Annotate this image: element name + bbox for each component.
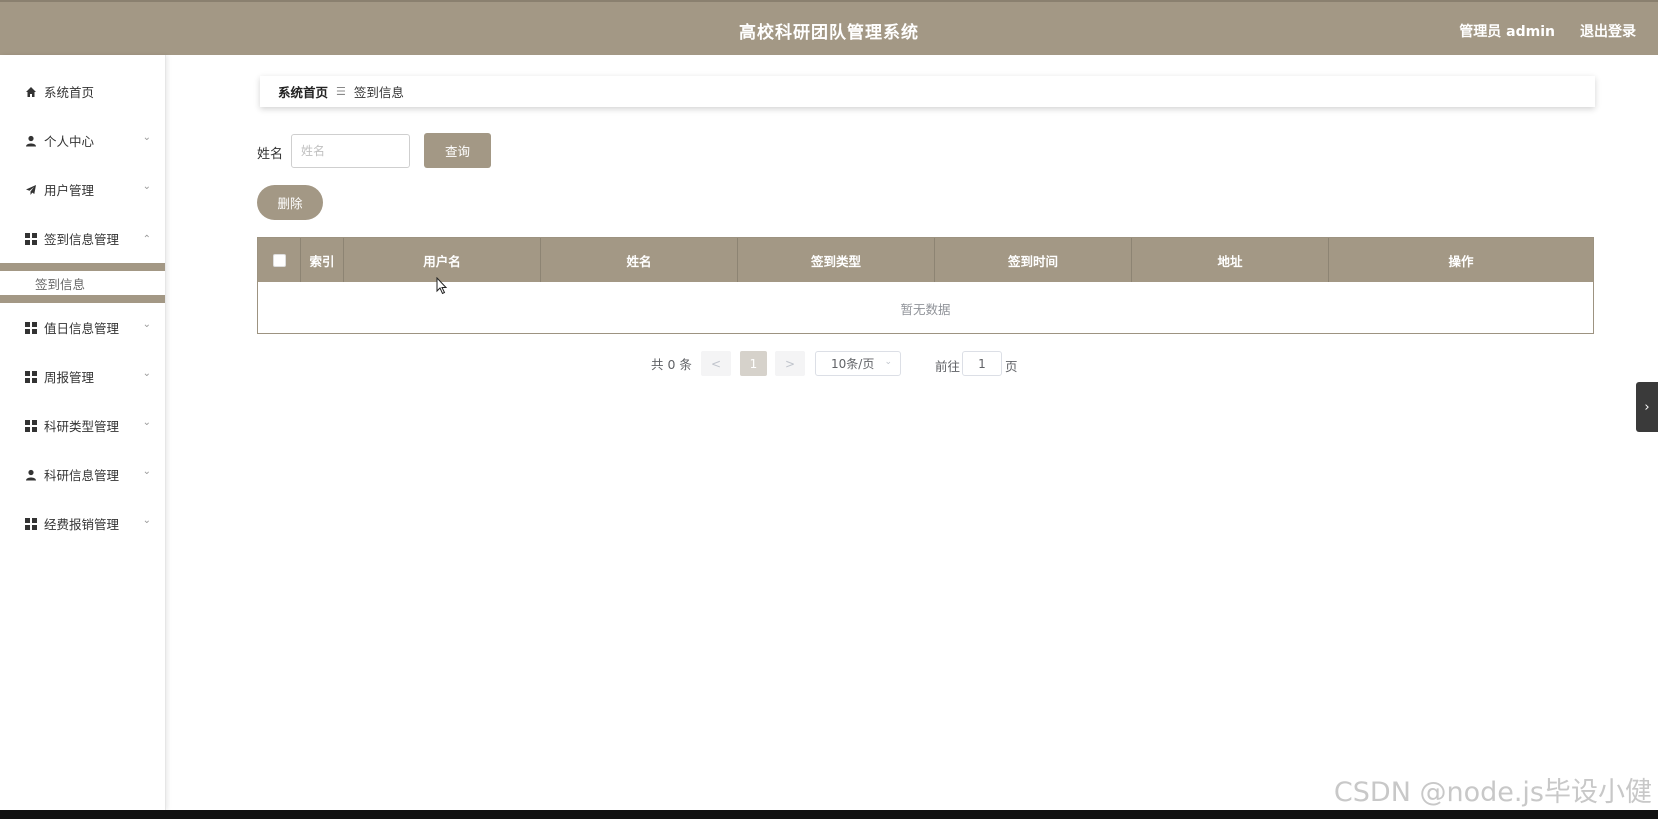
data-table: 索引 用户名 姓名 签到类型 签到时间 地址 操作 暂无数据: [257, 237, 1594, 334]
sidebar-item-label: 经费报销管理: [44, 517, 120, 532]
sidebar-item-label: 值日信息管理: [44, 321, 120, 336]
chevron-down-icon: ⌄: [142, 368, 151, 379]
table-empty-text: 暂无数据: [900, 301, 951, 317]
sidebar-item-checkin-management[interactable]: 签到信息管理 ⌃: [0, 214, 165, 263]
user-icon: [24, 134, 38, 148]
page-size-select[interactable]: 10条/页 ⌄: [815, 351, 901, 376]
pagination-next-button[interactable]: >: [775, 351, 805, 376]
user-icon: [24, 468, 38, 482]
breadcrumb-separator-icon: ☰: [336, 85, 346, 98]
column-header: 用户名: [344, 238, 541, 282]
sidebar-item-profile[interactable]: 个人中心 ⌄: [0, 116, 165, 165]
column-header: 签到时间: [935, 238, 1132, 282]
sidebar-item-label: 科研信息管理: [44, 468, 120, 483]
goto-label: 前往: [935, 359, 961, 374]
page-size-value: 10条/页: [831, 357, 875, 371]
current-user-label: 管理员 admin: [1459, 24, 1555, 40]
sidebar-item-label: 签到信息管理: [44, 232, 120, 247]
top-header: 高校科研团队管理系统 管理员 admin 退出登录: [0, 0, 1658, 55]
chevron-down-icon: ⌄: [142, 132, 151, 143]
table-header: 索引 用户名 姓名 签到类型 签到时间 地址 操作: [258, 238, 1593, 282]
goto-unit: 页: [1005, 359, 1018, 374]
breadcrumb: 系统首页 ☰ 签到信息: [260, 76, 1595, 107]
sidebar-item-users[interactable]: 用户管理 ⌄: [0, 165, 165, 214]
column-header: 索引: [301, 238, 344, 282]
sidebar-item-home[interactable]: 系统首页: [0, 67, 165, 116]
column-header: 操作: [1448, 253, 1474, 269]
sidebar-item-label: 系统首页: [44, 85, 95, 100]
sidebar-item-duty-management[interactable]: 值日信息管理 ⌄: [0, 303, 165, 352]
column-header: 地址: [1132, 238, 1329, 282]
search-name-input[interactable]: [291, 134, 410, 168]
pagination-total: 共 0 条: [651, 357, 692, 372]
logout-button[interactable]: 退出登录: [1580, 21, 1636, 41]
watermark: CSDN @node.js毕设小健: [1333, 777, 1652, 808]
sidebar-item-label: 周报管理: [44, 370, 95, 385]
chevron-up-icon: ⌃: [142, 234, 151, 245]
chevron-down-icon: ⌄: [142, 466, 151, 477]
side-panel-toggle[interactable]: ›: [1636, 382, 1658, 432]
mouse-cursor-icon: [436, 277, 448, 295]
chevron-down-icon: ⌄: [142, 417, 151, 428]
chevron-right-icon: ›: [1644, 399, 1650, 415]
column-header: 签到类型: [738, 238, 935, 282]
grid-icon: [24, 370, 38, 384]
grid-icon: [24, 419, 38, 433]
sidebar: 系统首页 个人中心 ⌄ 用户管理 ⌄ 签到信息管理 ⌃ 签到信息 值日信息管理 …: [0, 55, 166, 810]
pagination-page-1[interactable]: 1: [740, 351, 767, 376]
search-name-label: 姓名: [257, 147, 284, 162]
chevron-down-icon: ⌄: [142, 181, 151, 192]
sidebar-item-label: 个人中心: [44, 134, 95, 149]
delete-button[interactable]: 删除: [257, 185, 323, 220]
app-title: 高校科研团队管理系统: [739, 23, 919, 43]
column-header: 姓名: [541, 238, 738, 282]
sidebar-item-research-type[interactable]: 科研类型管理 ⌄: [0, 401, 165, 450]
submenu-checkin: 签到信息: [0, 263, 165, 303]
sidebar-item-label: 科研类型管理: [44, 419, 120, 434]
sidebar-item-research-info[interactable]: 科研信息管理 ⌄: [0, 450, 165, 499]
sidebar-item-label: 用户管理: [44, 183, 95, 198]
app-root: 高校科研团队管理系统 管理员 admin 退出登录 系统首页 个人中心 ⌄ 用户…: [0, 0, 1658, 819]
chevron-down-icon: ⌄: [884, 357, 892, 367]
select-all-cell: [258, 238, 301, 282]
send-icon: [24, 183, 38, 197]
bottom-bar: [0, 810, 1658, 819]
pagination-prev-button[interactable]: <: [701, 351, 731, 376]
chevron-down-icon: ⌄: [142, 515, 151, 526]
grid-icon: [24, 517, 38, 531]
home-icon: [24, 85, 38, 99]
goto-page-input[interactable]: [962, 351, 1002, 376]
sidebar-item-weekly-report[interactable]: 周报管理 ⌄: [0, 352, 165, 401]
grid-icon: [24, 321, 38, 335]
query-button[interactable]: 查询: [424, 133, 491, 168]
select-all-checkbox[interactable]: [272, 253, 286, 267]
breadcrumb-home[interactable]: 系统首页: [278, 82, 328, 101]
breadcrumb-current: 签到信息: [353, 85, 404, 100]
grid-icon: [24, 232, 38, 246]
sidebar-item-expense[interactable]: 经费报销管理 ⌄: [0, 499, 165, 548]
sidebar-subitem-checkin-info[interactable]: 签到信息: [0, 271, 165, 295]
chevron-down-icon: ⌄: [142, 319, 151, 330]
